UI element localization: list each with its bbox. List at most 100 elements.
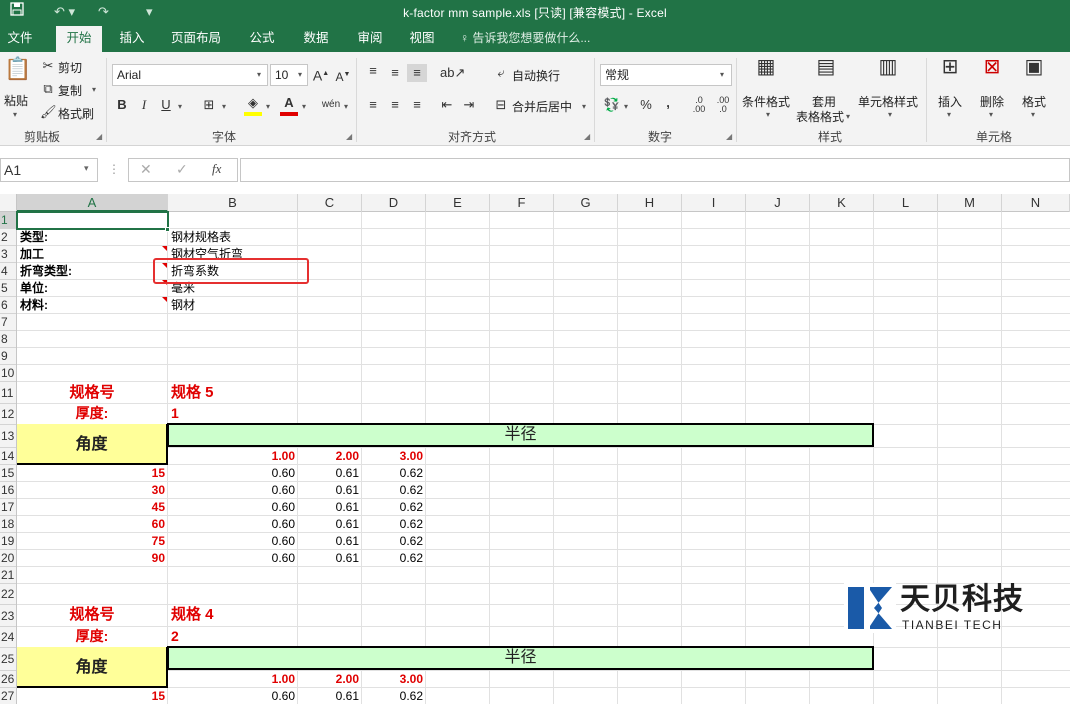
tell-me-box[interactable]: ♀ 告诉我您想要做什么... (460, 24, 590, 52)
merge-center-icon[interactable]: ⊟ (492, 96, 510, 114)
row-header[interactable]: 2 (0, 229, 16, 246)
format-as-table-icon[interactable]: ▤ (812, 57, 840, 88)
row-header[interactable]: 12 (0, 404, 16, 425)
col-header-c[interactable]: C (298, 194, 362, 212)
wrap-text-icon[interactable]: ⤶ (492, 64, 510, 82)
currency-icon[interactable]: 💱 (602, 96, 622, 114)
row-header[interactable]: 10 (0, 365, 16, 382)
row-header[interactable]: 1 (0, 212, 16, 229)
copy-icon[interactable]: ⧉ (40, 80, 56, 98)
tab-file[interactable]: 文件 (0, 24, 40, 52)
row-header[interactable]: 20 (0, 550, 16, 567)
tab-data[interactable]: 数据 (294, 24, 338, 52)
row-header[interactable]: 25 (0, 648, 16, 671)
row-header[interactable]: 11 (0, 382, 16, 404)
cancel-icon[interactable]: ✕ (140, 161, 152, 178)
row-header[interactable]: 17 (0, 499, 16, 516)
row-header[interactable]: 4 (0, 263, 16, 280)
row-header[interactable]: 6 (0, 297, 16, 314)
font-name-box[interactable]: Arial (112, 64, 268, 86)
row-header[interactable]: 23 (0, 605, 16, 627)
col-header-g[interactable]: G (554, 194, 618, 212)
borders-icon[interactable]: ⊞ (200, 96, 218, 114)
format-painter-icon[interactable]: 🖌 (40, 103, 57, 121)
cut-button[interactable]: 剪切 (58, 59, 82, 76)
conditional-format-button[interactable]: 条件格式 (742, 93, 790, 110)
align-bottom-icon[interactable]: ≡ (407, 64, 427, 82)
col-header-m[interactable]: M (938, 194, 1002, 212)
orientation-icon[interactable]: ab↗ (440, 64, 465, 82)
insert-cells-button[interactable]: 插入 (938, 93, 962, 110)
comment-indicator[interactable] (162, 246, 167, 251)
decrease-indent-icon[interactable]: ⇤ (438, 96, 456, 114)
format-as-table-button-2[interactable]: 表格格式 (796, 108, 844, 125)
align-top-icon[interactable]: ≡ (364, 62, 382, 80)
col-header-b[interactable]: B (168, 194, 298, 212)
insert-function-icon[interactable]: fx (212, 161, 221, 177)
bold-button[interactable]: B (114, 96, 130, 114)
tab-page-layout[interactable]: 页面布局 (166, 24, 226, 52)
tab-insert[interactable]: 插入 (110, 24, 154, 52)
col-header-k[interactable]: K (810, 194, 874, 212)
insert-cells-icon[interactable]: ⊞ (936, 57, 964, 88)
row-header[interactable]: 9 (0, 348, 16, 365)
conditional-format-icon[interactable]: ▦ (752, 57, 780, 88)
row-header[interactable]: 8 (0, 331, 16, 348)
tab-home[interactable]: 开始 (56, 26, 102, 52)
cell-styles-icon[interactable]: ▥ (874, 57, 902, 88)
format-cells-icon[interactable]: ▣ (1020, 57, 1048, 88)
row-header[interactable]: 18 (0, 516, 16, 533)
row-header[interactable]: 3 (0, 246, 16, 263)
enter-icon[interactable]: ✓ (176, 161, 188, 178)
tab-view[interactable]: 视图 (400, 24, 444, 52)
active-cell-a1[interactable] (16, 211, 169, 230)
paste-icon[interactable]: 📋 (4, 58, 31, 88)
format-cells-button[interactable]: 格式 (1022, 93, 1046, 110)
format-painter-button[interactable]: 格式刷 (58, 105, 94, 122)
increase-decimal-icon[interactable]: .0.00 (690, 96, 708, 114)
paste-button[interactable]: 粘贴 (4, 92, 28, 109)
copy-button[interactable]: 复制 (58, 82, 82, 99)
align-left-icon[interactable]: ≡ (364, 96, 382, 114)
row-header[interactable]: 7 (0, 314, 16, 331)
name-box-dropdown-icon[interactable]: ▾ (84, 163, 89, 174)
row-header[interactable]: 15 (0, 465, 16, 482)
col-header-l[interactable]: L (874, 194, 938, 212)
font-color-icon[interactable]: A (280, 94, 298, 116)
percent-button[interactable]: % (638, 96, 654, 114)
increase-font-icon[interactable]: A▲ (312, 65, 330, 85)
delete-cells-icon[interactable]: ⊠ (978, 57, 1006, 88)
align-right-icon[interactable]: ≡ (408, 96, 426, 114)
phonetic-icon[interactable]: wén (320, 96, 342, 114)
col-header-n[interactable]: N (1002, 194, 1070, 212)
underline-button[interactable]: U (158, 96, 174, 114)
tab-review[interactable]: 审阅 (348, 24, 392, 52)
row-header[interactable]: 14 (0, 448, 16, 465)
col-header-f[interactable]: F (490, 194, 554, 212)
number-format-box[interactable]: 常规 (600, 64, 732, 86)
col-header-a[interactable]: A (17, 194, 168, 212)
wrap-text-button[interactable]: 自动换行 (512, 67, 560, 84)
select-all-corner[interactable] (0, 194, 17, 212)
row-header[interactable]: 19 (0, 533, 16, 550)
align-middle-icon[interactable]: ≡ (386, 64, 404, 82)
cell-styles-button[interactable]: 单元格样式 (858, 93, 918, 110)
decrease-font-icon[interactable]: A▼ (334, 66, 352, 86)
row-header[interactable]: 24 (0, 627, 16, 648)
delete-cells-button[interactable]: 删除 (980, 93, 1004, 110)
row-header[interactable]: 22 (0, 584, 16, 605)
tab-formulas[interactable]: 公式 (240, 24, 284, 52)
row-header[interactable]: 13 (0, 425, 16, 448)
increase-indent-icon[interactable]: ⇥ (460, 96, 478, 114)
comment-indicator[interactable] (162, 297, 167, 302)
align-center-icon[interactable]: ≡ (386, 96, 404, 114)
italic-button[interactable]: I (136, 96, 152, 114)
row-header[interactable]: 26 (0, 671, 16, 688)
merge-center-button[interactable]: 合并后居中 (512, 98, 572, 115)
col-header-i[interactable]: I (682, 194, 746, 212)
col-header-e[interactable]: E (426, 194, 490, 212)
col-header-d[interactable]: D (362, 194, 426, 212)
row-header[interactable]: 27 (0, 688, 16, 704)
comma-button[interactable]: , (660, 94, 676, 112)
col-header-h[interactable]: H (618, 194, 682, 212)
